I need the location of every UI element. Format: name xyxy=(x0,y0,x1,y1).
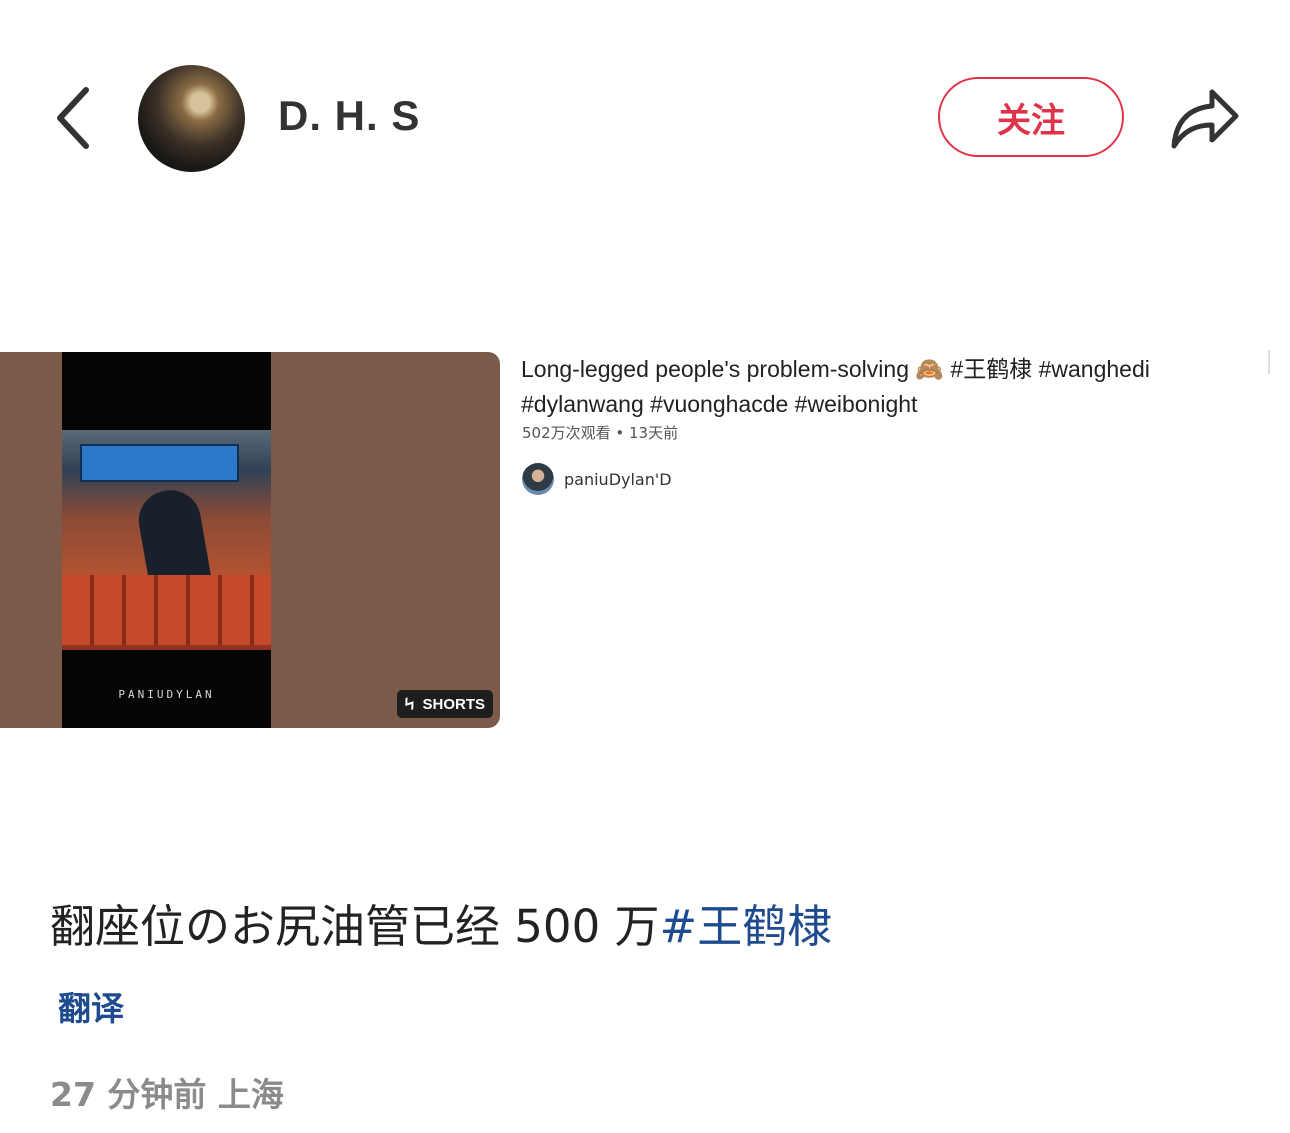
video-meta: 502万次观看 • 13天前 xyxy=(522,424,679,442)
channel-name[interactable]: paniuDylan'D xyxy=(564,470,672,489)
channel-avatar[interactable] xyxy=(522,463,554,495)
follow-button[interactable]: 关注 xyxy=(938,77,1124,157)
back-icon[interactable] xyxy=(48,80,104,156)
embedded-video-card[interactable]: PANIUDYLAN ϟ SHORTS Long-legged people's… xyxy=(0,352,1290,732)
shorts-icon: ϟ xyxy=(401,692,418,715)
video-title[interactable]: Long-legged people's problem-solving 🙈 #… xyxy=(521,352,1251,422)
share-icon[interactable] xyxy=(1166,82,1242,152)
stage-screen xyxy=(80,444,239,482)
post-header: D. H. S 关注 xyxy=(0,0,1290,236)
shorts-label: SHORTS xyxy=(422,695,486,713)
red-seats xyxy=(62,575,271,645)
username[interactable]: D. H. S xyxy=(278,92,420,140)
post-text: 翻座位のお尻油管已经 500 万#王鹤棣 xyxy=(50,890,832,955)
video-watermark: PANIUDYLAN xyxy=(118,688,215,701)
channel-row[interactable]: paniuDylan'D xyxy=(522,462,672,496)
shorts-badge: ϟ SHORTS xyxy=(397,690,494,718)
hashtag-link[interactable]: #王鹤棣 xyxy=(660,900,833,953)
user-avatar[interactable] xyxy=(138,65,245,172)
translate-button[interactable]: 翻译 xyxy=(58,982,124,1030)
post-timestamp-location: 27 分钟前 上海 xyxy=(50,1075,284,1114)
post-body-text: 翻座位のお尻油管已经 500 万 xyxy=(50,900,660,953)
theater-scene xyxy=(62,430,271,650)
video-thumbnail[interactable]: PANIUDYLAN ϟ SHORTS xyxy=(0,352,500,728)
